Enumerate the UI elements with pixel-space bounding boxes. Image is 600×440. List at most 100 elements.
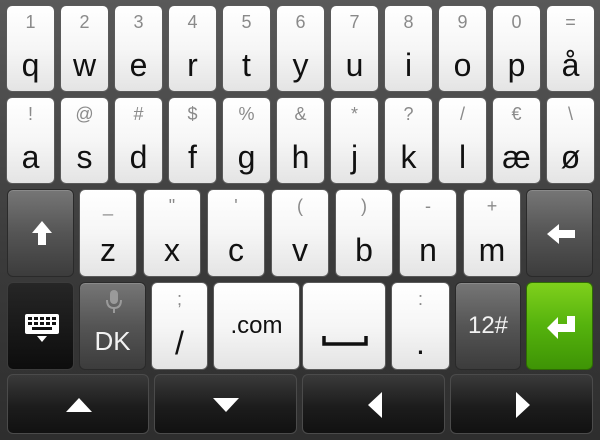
key-main-label: å — [561, 47, 580, 83]
key-main-label: o — [453, 47, 472, 83]
dotcom-key[interactable]: .com — [213, 282, 300, 370]
key-æ[interactable]: € æ — [492, 97, 541, 184]
key-main-label: q — [21, 47, 40, 83]
key-q[interactable]: 1q — [6, 5, 55, 92]
shift-key[interactable] — [7, 189, 74, 277]
nav-down-key[interactable] — [154, 374, 297, 434]
key-alt-label: @ — [75, 104, 94, 124]
key-main-label: p — [507, 47, 526, 83]
nav-left-key[interactable] — [302, 374, 445, 434]
key-alt-label: % — [238, 104, 255, 124]
key-r[interactable]: 4r — [168, 5, 217, 92]
key-alt-label: 4 — [187, 12, 198, 32]
key-g[interactable]: % g — [222, 97, 271, 184]
key-main-label: t — [242, 47, 251, 83]
key-alt-label: 6 — [295, 12, 306, 32]
language-key[interactable]: DK — [79, 282, 146, 370]
hide-keyboard-key[interactable] — [7, 282, 74, 370]
key-b[interactable]: ) b — [335, 189, 393, 277]
key-s[interactable]: @ s — [60, 97, 109, 184]
key-ø[interactable]: \ ø — [546, 97, 595, 184]
key-c[interactable]: ' c — [207, 189, 265, 277]
enter-key[interactable] — [526, 282, 593, 370]
key-main-label: s — [76, 139, 93, 175]
key-main-label: z — [100, 232, 116, 268]
keyboard-hide-icon — [25, 314, 59, 342]
triangle-right-icon — [516, 392, 530, 418]
key-h[interactable]: & h — [276, 97, 325, 184]
triangle-down-icon — [213, 398, 239, 412]
symbols-key[interactable]: 12# — [455, 282, 521, 370]
key-x[interactable]: " x — [143, 189, 201, 277]
key-p[interactable]: 0p — [492, 5, 541, 92]
key-slash[interactable]: ; / — [151, 282, 208, 370]
space-key[interactable] — [302, 282, 386, 370]
key-y[interactable]: 6y — [276, 5, 325, 92]
key-main-label: æ — [502, 139, 531, 175]
microphone-icon — [106, 290, 122, 313]
key-main-label: b — [355, 232, 373, 268]
key-å[interactable]: = å — [546, 5, 595, 92]
key-e[interactable]: 3e — [114, 5, 163, 92]
key-alt-label: * — [350, 104, 358, 124]
key-main-label: u — [345, 47, 364, 83]
key-main-label: v — [292, 232, 308, 268]
key-a[interactable]: ! a — [6, 97, 55, 184]
key-alt-label: ; — [176, 289, 182, 309]
key-alt-label: ) — [361, 196, 367, 216]
key-alt-label: 2 — [79, 12, 90, 32]
key-i[interactable]: 8i — [384, 5, 433, 92]
key-alt-label: 3 — [133, 12, 144, 32]
key-alt-label: + — [486, 196, 498, 216]
enter-icon — [547, 316, 575, 339]
symbols-label: 12# — [467, 312, 509, 339]
key-main-label: h — [291, 139, 310, 175]
key-m[interactable]: + m — [463, 189, 521, 277]
key-alt-label: ' — [234, 196, 238, 216]
key-main-label: c — [228, 232, 244, 268]
key-main-label: . — [416, 325, 425, 361]
key-main-label: i — [404, 47, 413, 83]
key-main-label: f — [188, 139, 197, 175]
key-w[interactable]: 2w — [60, 5, 109, 92]
backspace-key[interactable] — [526, 189, 593, 277]
key-v[interactable]: (v — [271, 189, 329, 277]
key-period[interactable]: : . — [391, 282, 450, 370]
key-alt-label: = — [565, 12, 576, 32]
key-main-label: d — [129, 139, 148, 175]
key-alt-label: ( — [297, 196, 303, 216]
key-t[interactable]: 5t — [222, 5, 271, 92]
key-alt-label: 8 — [403, 12, 414, 32]
key-n[interactable]: -n — [399, 189, 457, 277]
key-u[interactable]: 7u — [330, 5, 379, 92]
key-alt-label: 5 — [241, 12, 252, 32]
key-k[interactable]: ? k — [384, 97, 433, 184]
key-main-label: m — [478, 232, 506, 268]
arrow-up-icon — [32, 221, 52, 245]
key-main-label: a — [21, 139, 40, 175]
language-label: DK — [94, 326, 131, 356]
key-main-label: e — [129, 47, 148, 83]
key-main-label: k — [400, 139, 417, 175]
key-z[interactable]: _ z — [79, 189, 137, 277]
key-alt-label: # — [133, 104, 144, 124]
nav-up-key[interactable] — [7, 374, 149, 434]
space-bar-icon — [322, 336, 368, 346]
nav-right-key[interactable] — [450, 374, 593, 434]
key-main-label: n — [419, 232, 437, 268]
arrow-left-icon — [547, 224, 575, 244]
key-l[interactable]: / l — [438, 97, 487, 184]
key-main-label: w — [72, 47, 97, 83]
key-alt-label: - — [425, 196, 431, 216]
key-alt-label: / — [459, 104, 465, 124]
key-main-label: r — [187, 47, 198, 83]
key-alt-label: € — [511, 104, 522, 124]
key-f[interactable]: $ f — [168, 97, 217, 184]
key-d[interactable]: # d — [114, 97, 163, 184]
key-main-label: ø — [560, 139, 581, 175]
key-alt-label: ? — [403, 104, 414, 124]
key-j[interactable]: * j — [330, 97, 379, 184]
key-o[interactable]: 9o — [438, 5, 487, 92]
key-main-label: l — [458, 139, 467, 175]
key-main-label: y — [292, 47, 309, 83]
